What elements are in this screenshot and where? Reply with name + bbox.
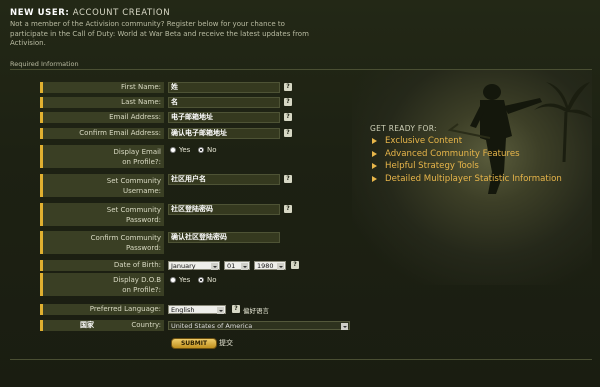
submit-button[interactable]: SUBMIT (171, 338, 217, 349)
arrow-icon (372, 163, 377, 170)
language-note: 偏好语言 (243, 307, 269, 315)
email-label-text: Email Address: (109, 113, 161, 121)
promo-item: Exclusive Content (372, 135, 562, 148)
dob-month-select[interactable]: January (168, 261, 220, 270)
confirm-email-label-text: Confirm Email Address: (79, 129, 161, 137)
display-dob-label-line2: on Profile?: (122, 286, 161, 294)
email-help-icon[interactable]: ? (284, 113, 292, 121)
password-help-icon[interactable]: ? (284, 205, 292, 213)
display-dob-label-line1: Display D.O.B (113, 276, 161, 284)
radio-dot[interactable] (170, 277, 176, 283)
radio-dot-selected[interactable] (198, 147, 204, 153)
email-field[interactable]: 电子邮箱地址 (168, 112, 280, 123)
promo-title: GET READY FOR: (370, 124, 437, 133)
confirm-password-label-line2: Password: (125, 244, 161, 252)
country-select[interactable]: United States of America (168, 321, 350, 330)
confirm-email-help-icon[interactable]: ? (284, 129, 292, 137)
submit-note: 提交 (219, 339, 233, 347)
first-name-label-text: First Name: (121, 83, 161, 91)
display-email-yes-radio[interactable]: Yes (170, 146, 190, 154)
dob-month-value: January (171, 262, 196, 270)
radio-dot[interactable] (170, 147, 176, 153)
chevron-down-icon[interactable] (277, 263, 284, 270)
radio-dot-selected[interactable] (198, 277, 204, 283)
confirm-password-label-line1: Confirm Community (90, 234, 161, 242)
language-help-icon[interactable]: ? (232, 305, 240, 313)
last-name-label: Last Name: (40, 97, 164, 108)
username-help-icon[interactable]: ? (284, 175, 292, 183)
confirm-password-field[interactable]: 确认社区登陆密码 (168, 232, 280, 243)
chevron-down-icon[interactable] (217, 307, 224, 314)
password-label-line2: Password: (125, 216, 161, 224)
last-name-help-icon[interactable]: ? (284, 98, 292, 106)
arrow-icon (372, 176, 377, 183)
display-email-label-line1: Display Email (113, 148, 161, 156)
chevron-down-icon[interactable] (341, 323, 348, 330)
dob-help-icon[interactable]: ? (291, 261, 299, 269)
intro-text: Not a member of the Activision community… (10, 20, 309, 47)
arrow-icon (372, 138, 377, 145)
display-dob-yes-radio[interactable]: Yes (170, 276, 190, 284)
promo-item: Detailed Multiplayer Statistic Informati… (372, 173, 562, 186)
display-dob-no-radio[interactable]: No (198, 276, 217, 284)
username-label-line2: Username: (122, 187, 161, 195)
first-name-field[interactable]: 姓 (168, 82, 280, 93)
divider-bottom (10, 359, 592, 360)
country-cn-label: 国家 (80, 321, 94, 329)
first-name-help-icon[interactable]: ? (284, 83, 292, 91)
username-label-line1: Set Community (106, 177, 161, 185)
radio-label: Yes (179, 276, 191, 284)
country-label-text: Country: (131, 321, 161, 329)
language-value: English (171, 306, 195, 314)
country-value: United States of America (171, 322, 253, 330)
confirm-email-field[interactable]: 确认电子邮箱地址 (168, 128, 280, 139)
first-name-label: First Name: (40, 82, 164, 93)
last-name-label-text: Last Name: (121, 98, 161, 106)
username-field[interactable]: 社区用户名 (168, 174, 280, 185)
last-name-field[interactable]: 名 (168, 97, 280, 108)
dob-day-select[interactable]: 01 (224, 261, 250, 270)
password-label: Set Community Password: (40, 203, 164, 226)
dob-label: Date of Birth: (40, 260, 164, 271)
language-label-text: Preferred Language: (89, 305, 161, 313)
dob-year-value: 1980 (257, 262, 274, 270)
display-email-label: Display Email on Profile?: (40, 145, 164, 168)
confirm-password-label: Confirm Community Password: (40, 231, 164, 254)
title-strong: NEW USER: (10, 8, 70, 18)
radio-label: No (207, 146, 217, 154)
username-label: Set Community Username: (40, 174, 164, 197)
radio-label: Yes (179, 146, 191, 154)
promo-list: Exclusive Content Advanced Community Fea… (372, 135, 562, 185)
confirm-email-label: Confirm Email Address: (40, 128, 164, 139)
chevron-down-icon[interactable] (211, 263, 218, 270)
promo-item-label: Helpful Strategy Tools (385, 161, 479, 172)
promo-item: Helpful Strategy Tools (372, 160, 562, 173)
required-info-label: Required Information (10, 60, 79, 68)
email-label: Email Address: (40, 112, 164, 123)
chevron-down-icon[interactable] (241, 263, 248, 270)
language-label: Preferred Language: (40, 304, 164, 315)
arrow-icon (372, 150, 377, 157)
promo-item-label: Detailed Multiplayer Statistic Informati… (385, 174, 562, 185)
display-dob-label: Display D.O.B on Profile?: (40, 273, 164, 296)
radio-label: No (207, 276, 217, 284)
page-title: NEW USER: ACCOUNT CREATION (10, 8, 170, 18)
language-select[interactable]: English (168, 305, 226, 314)
dob-label-text: Date of Birth: (113, 261, 161, 269)
display-email-no-radio[interactable]: No (198, 146, 217, 154)
password-label-line1: Set Community (106, 206, 161, 214)
promo-item-label: Advanced Community Features (385, 148, 520, 159)
country-label: Country: (40, 320, 164, 331)
title-rest: ACCOUNT CREATION (69, 8, 171, 18)
password-field[interactable]: 社区登陆密码 (168, 204, 280, 215)
dob-year-select[interactable]: 1980 (254, 261, 286, 270)
promo-item: Advanced Community Features (372, 148, 562, 161)
promo-item-label: Exclusive Content (385, 136, 463, 147)
dob-day-value: 01 (227, 262, 236, 270)
display-email-label-line2: on Profile?: (122, 158, 161, 166)
